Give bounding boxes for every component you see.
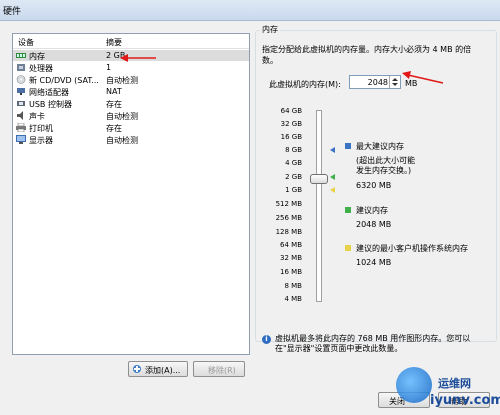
device-row-cd-dvd[interactable]: 新 CD/DVD (SAT... 自动检测 — [13, 74, 249, 85]
device-row-printer[interactable]: 打印机 存在 — [13, 122, 249, 133]
max-recommended-value: 6320 MB — [356, 181, 392, 190]
graphics-memory-info: 虚拟机最多将此内存的 768 MB 用作图形内存。您可以在"显示器"设置页面中更… — [275, 334, 471, 353]
scale-label: 256 MB — [275, 214, 302, 222]
minimum-legend-icon — [345, 245, 351, 251]
watermark-url: iyunv.com — [430, 393, 500, 408]
add-button-label: 添加(A)... — [145, 366, 181, 375]
remove-button[interactable]: 移除(R) — [193, 361, 245, 377]
recommended-legend-icon — [345, 207, 351, 213]
cd-dvd-icon — [16, 75, 26, 84]
device-name: 内存 — [29, 52, 45, 61]
device-name: 声卡 — [29, 112, 45, 121]
device-summary: 自动检测 — [106, 136, 138, 145]
annotation-arrow-icon — [120, 54, 156, 62]
device-name: 处理器 — [29, 64, 53, 73]
display-icon — [16, 135, 26, 144]
scale-label: 512 MB — [275, 200, 302, 208]
column-device[interactable]: 设备 — [18, 37, 34, 48]
scale-label: 32 GB — [280, 120, 302, 128]
device-name: 显示器 — [29, 136, 53, 145]
device-summary: 自动检测 — [106, 112, 138, 121]
info-icon: i — [262, 335, 271, 344]
scale-label: 4 MB — [284, 295, 302, 303]
recommended-marker-icon — [330, 174, 335, 180]
minimum-marker-icon — [330, 187, 335, 193]
scale-label: 8 MB — [284, 282, 302, 290]
window-title: 硬件 — [3, 7, 22, 17]
remove-button-label: 移除(R) — [208, 366, 236, 375]
scale-label: 4 GB — [285, 159, 302, 167]
memory-description: 指定分配给此虚拟机的内存量。内存大小必须为 4 MB 的倍数。 — [262, 45, 472, 65]
sound-card-icon — [16, 111, 26, 120]
spin-up-icon[interactable] — [392, 78, 398, 81]
device-row-network[interactable]: 网络适配器 NAT — [13, 86, 249, 97]
recommended-title: 建议内存 — [356, 206, 388, 215]
device-name: USB 控制器 — [29, 100, 72, 109]
scale-label: 32 MB — [280, 254, 302, 262]
column-summary[interactable]: 摘要 — [106, 37, 122, 48]
scale-label: 8 GB — [285, 146, 302, 154]
memory-value: 2048 — [367, 78, 388, 87]
memory-group-title: 内存 — [260, 24, 280, 35]
title-bar: 硬件 — [0, 0, 500, 21]
max-recommended-note2: 发生内存交换。) — [356, 166, 412, 175]
usb-icon — [16, 99, 26, 108]
minimum-title: 建议的最小客户机操作系统内存 — [356, 244, 468, 253]
device-name: 新 CD/DVD (SAT... — [29, 76, 99, 85]
device-summary: 1 — [106, 63, 112, 72]
max-recommended-title: 最大建议内存 — [356, 142, 404, 151]
scale-label: 1 GB — [285, 186, 302, 194]
device-list: 设备 摘要 内存 2 GB 处理器 1 新 CD/DVD (SAT... 自动检… — [12, 33, 250, 355]
scale-label: 16 MB — [280, 268, 302, 276]
list-header: 设备 摘要 — [13, 34, 249, 49]
max-recommended-legend-icon — [345, 143, 351, 149]
scale-label: 64 MB — [280, 241, 302, 249]
device-summary: 自动检测 — [106, 76, 138, 85]
device-summary: 存在 — [106, 124, 122, 133]
device-name: 打印机 — [29, 124, 53, 133]
processor-icon — [16, 63, 26, 72]
printer-icon — [16, 122, 26, 133]
watermark-title: 运维网 — [438, 377, 471, 390]
device-summary: 存在 — [106, 100, 122, 109]
scale-label: 64 GB — [280, 107, 302, 115]
network-adapter-icon — [16, 87, 26, 96]
max-recommended-note: (超出此大小可能 — [356, 156, 416, 165]
device-row-display[interactable]: 显示器 自动检测 — [13, 134, 249, 145]
spin-down-icon[interactable] — [392, 83, 398, 86]
memory-input[interactable]: 2048 — [349, 75, 401, 89]
scale-label: 16 GB — [280, 133, 302, 141]
minimum-value: 1024 MB — [356, 258, 392, 267]
scale-label: 2 GB — [285, 173, 302, 181]
scale-label: 128 MB — [275, 228, 302, 236]
memory-spinner[interactable] — [389, 76, 400, 88]
device-name: 网络适配器 — [29, 88, 69, 97]
device-summary: NAT — [106, 87, 122, 96]
memory-label: 此虚拟机的内存(M): — [269, 80, 341, 89]
watermark-logo-icon — [396, 367, 432, 403]
memory-slider-thumb[interactable] — [310, 174, 328, 184]
add-button[interactable]: 添加(A)... — [128, 361, 188, 377]
memory-icon — [16, 51, 26, 60]
memory-slider-track[interactable] — [316, 110, 322, 302]
recommended-value: 2048 MB — [356, 220, 392, 229]
device-row-sound[interactable]: 声卡 自动检测 — [13, 110, 249, 121]
annotation-arrow-icon-2 — [402, 71, 444, 84]
max-recommended-marker-icon — [330, 147, 335, 153]
device-row-usb[interactable]: USB 控制器 存在 — [13, 98, 249, 109]
add-icon — [132, 364, 142, 376]
